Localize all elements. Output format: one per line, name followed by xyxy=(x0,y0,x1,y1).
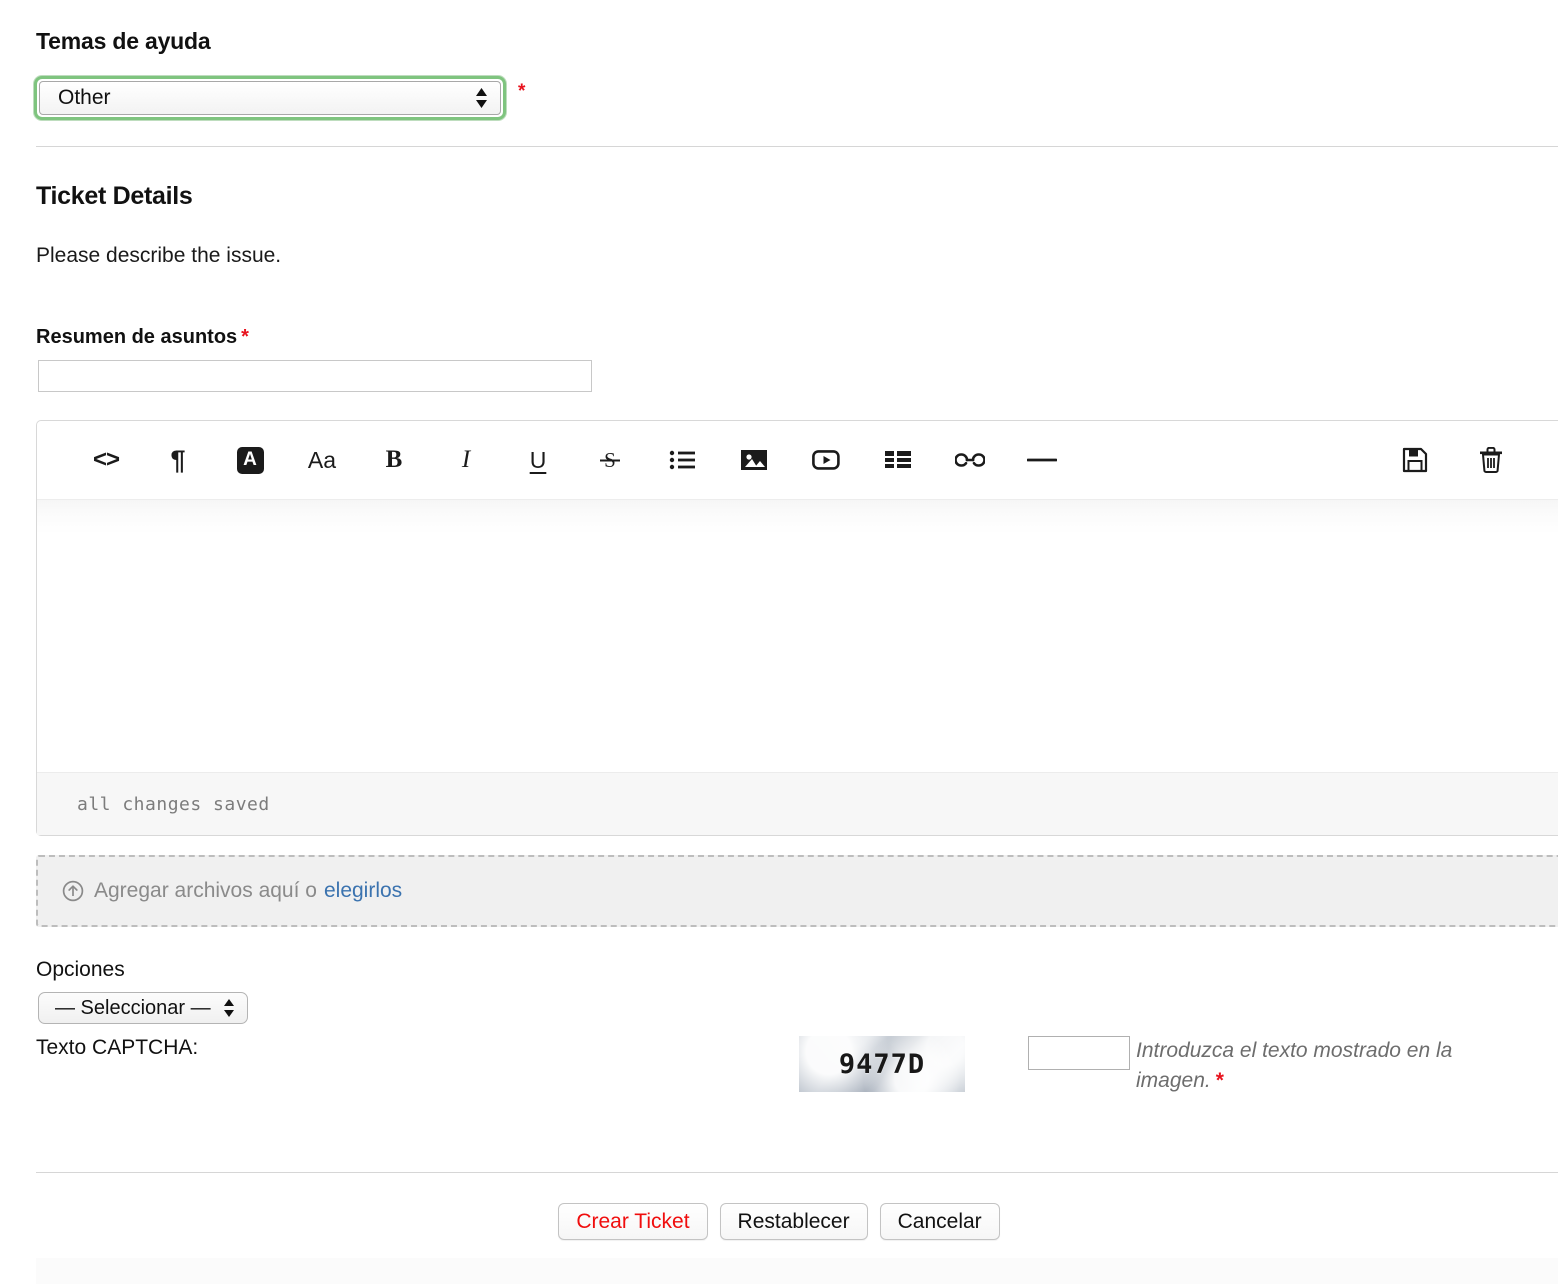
subject-required-asterisk: * xyxy=(241,326,249,348)
stepper-arrows-icon[interactable] xyxy=(475,88,488,109)
help-topic-focus-ring: Other xyxy=(34,76,506,120)
divider-top xyxy=(36,146,1558,147)
captcha-input[interactable] xyxy=(1028,1036,1130,1070)
help-topic-selected-value: Other xyxy=(58,86,111,110)
captcha-image-text: 9477D xyxy=(839,1049,925,1080)
table-icon[interactable] xyxy=(881,443,915,477)
options-stepper-arrows-icon[interactable] xyxy=(223,999,235,1018)
help-topic-required-asterisk: * xyxy=(518,82,525,101)
editor-status-bar: all changes saved xyxy=(37,772,1558,835)
horizontal-rule-icon[interactable] xyxy=(1025,443,1059,477)
help-topic-label: Temas de ayuda xyxy=(36,28,210,55)
help-topic-select[interactable]: Other xyxy=(39,81,501,115)
section-title: Ticket Details xyxy=(36,182,193,211)
delete-icon[interactable] xyxy=(1474,443,1508,477)
code-icon[interactable]: <> xyxy=(89,443,123,477)
rich-text-editor: <> ¶ A Aa B I U xyxy=(36,420,1558,836)
section-description: Please describe the issue. xyxy=(36,244,281,268)
editor-toolbar: <> ¶ A Aa B I U xyxy=(37,421,1558,499)
image-icon[interactable] xyxy=(737,443,771,477)
editor-status-text: all changes saved xyxy=(77,794,270,815)
captcha-help-text-label: Introduzca el texto mostrado en la image… xyxy=(1136,1039,1452,1092)
ticket-form-page: Temas de ayuda Other * Ticket Details Pl… xyxy=(0,0,1558,1284)
strikethrough-icon[interactable]: S xyxy=(593,443,627,477)
font-size-icon-glyph: Aa xyxy=(308,447,336,474)
code-icon-glyph: <> xyxy=(93,446,119,474)
reset-button[interactable]: Restablecer xyxy=(720,1203,868,1240)
form-action-buttons: Crear Ticket Restablecer Cancelar xyxy=(0,1203,1558,1240)
bullet-list-icon[interactable] xyxy=(665,443,699,477)
dropzone-text: Agregar archivos aquí o xyxy=(94,879,317,903)
text-color-icon-glyph: A xyxy=(237,447,264,474)
subject-label: Resumen de asuntos* xyxy=(36,326,249,349)
options-label: Opciones xyxy=(36,958,125,982)
save-icon[interactable] xyxy=(1398,443,1432,477)
italic-icon[interactable]: I xyxy=(449,443,483,477)
create-ticket-button[interactable]: Crear Ticket xyxy=(558,1203,707,1240)
footer-band xyxy=(36,1258,1558,1284)
help-topic-select-row: Other * xyxy=(34,76,525,120)
subject-label-text: Resumen de asuntos xyxy=(36,326,237,348)
dropzone-choose-link[interactable]: elegirlos xyxy=(324,879,402,903)
cancel-button[interactable]: Cancelar xyxy=(880,1203,1000,1240)
underline-icon[interactable]: U xyxy=(521,443,555,477)
italic-icon-glyph: I xyxy=(462,446,470,474)
divider-bottom xyxy=(36,1172,1558,1173)
pilcrow-icon[interactable]: ¶ xyxy=(161,443,195,477)
font-size-icon[interactable]: Aa xyxy=(305,443,339,477)
captcha-required-asterisk: * xyxy=(1216,1069,1224,1092)
subject-input[interactable] xyxy=(38,360,592,392)
editor-toolbar-right-group xyxy=(1398,443,1536,477)
video-icon[interactable] xyxy=(809,443,843,477)
captcha-help-text: Introduzca el texto mostrado en la image… xyxy=(1136,1036,1536,1097)
editor-toolbar-left-group: <> ¶ A Aa B I U xyxy=(89,443,1398,477)
options-selected-value: — Seleccionar — xyxy=(55,997,211,1020)
file-dropzone[interactable]: Agregar archivos aquí o elegirlos xyxy=(36,855,1558,927)
link-icon[interactable] xyxy=(953,443,987,477)
editor-content-area[interactable] xyxy=(37,499,1558,772)
pilcrow-icon-glyph: ¶ xyxy=(170,445,185,476)
text-color-icon[interactable]: A xyxy=(233,443,267,477)
underline-icon-glyph: U xyxy=(530,447,547,474)
bold-icon-glyph: B xyxy=(386,446,403,474)
upload-circle-icon xyxy=(62,880,84,902)
bold-icon[interactable]: B xyxy=(377,443,411,477)
options-select[interactable]: — Seleccionar — xyxy=(38,992,248,1024)
captcha-image: 9477D xyxy=(799,1036,965,1092)
captcha-label: Texto CAPTCHA: xyxy=(36,1036,198,1060)
